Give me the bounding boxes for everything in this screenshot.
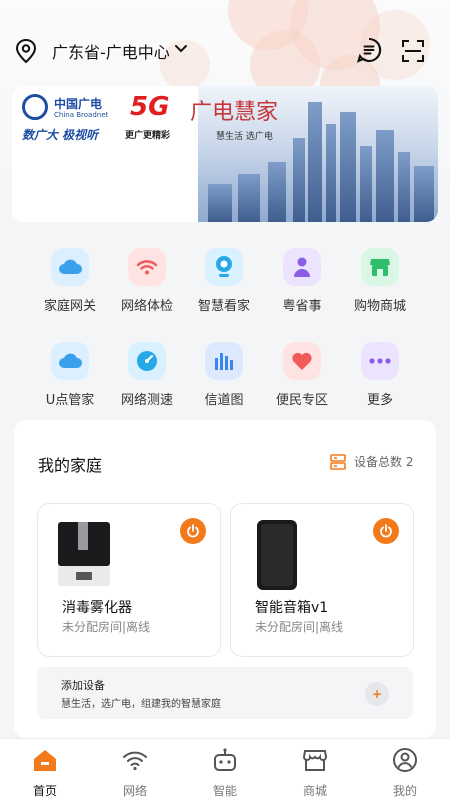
location-pin-icon[interactable] xyxy=(14,38,38,64)
add-device-button[interactable]: + xyxy=(365,682,389,706)
power-button[interactable] xyxy=(180,518,206,544)
person-icon xyxy=(283,248,321,286)
tab-store[interactable]: 商城 xyxy=(285,747,345,799)
power-icon xyxy=(380,524,392,538)
quick-item-label: 网络体检 xyxy=(120,299,173,314)
5g-logo: 5G xyxy=(130,92,170,122)
device-name: 智能音箱v1 xyxy=(255,600,329,616)
quick-item-label: 智慧看家 xyxy=(197,299,250,314)
brand-name-en: China Broadnet xyxy=(54,111,109,119)
quick-item-label: 购物商城 xyxy=(353,299,406,314)
user-icon xyxy=(393,748,417,772)
my-home-card: 我的家庭 设备总数 2 消毒雾化器 未分配房间|离线 智能音箱v1 未分配房间|… xyxy=(14,420,436,738)
add-device-title: 添加设备 xyxy=(61,679,105,692)
robot-icon xyxy=(214,748,236,771)
quick-item-smart-watch[interactable]: 智慧看家 xyxy=(184,248,264,314)
tab-label: 首页 xyxy=(32,784,57,798)
chevron-down-icon[interactable] xyxy=(174,44,188,54)
scan-icon[interactable] xyxy=(401,39,425,63)
device-count-label: 设备总数 2 xyxy=(354,455,414,469)
promo-banner[interactable]: 中国广电 China Broadnet 数广大 极视听 5G 更广更精彩 广电慧… xyxy=(12,86,438,222)
tab-label: 我的 xyxy=(392,784,417,798)
quick-item-more[interactable]: 更多 xyxy=(340,342,420,408)
device-card[interactable]: 智能音箱v1 未分配房间|离线 xyxy=(230,503,414,657)
device-count[interactable]: 设备总数 2 xyxy=(330,453,413,470)
tab-home[interactable]: 首页 xyxy=(15,747,75,799)
bottom-tab-bar: 首页 网络 智能 商城 我的 xyxy=(0,738,450,800)
device-card[interactable]: 消毒雾化器 未分配房间|离线 xyxy=(37,503,221,657)
camera-icon xyxy=(205,248,243,286)
quick-item-label: 网络测速 xyxy=(120,393,173,408)
cloud-icon xyxy=(51,342,89,380)
wifi-icon xyxy=(123,751,147,771)
5g-slogan: 更广更精彩 xyxy=(125,131,171,141)
device-status: 未分配房间|离线 xyxy=(255,620,344,634)
wifi-check-icon xyxy=(128,248,166,286)
device-list-icon xyxy=(330,453,346,470)
china-broadnet-logo xyxy=(22,94,48,120)
section-title: 我的家庭 xyxy=(38,456,103,475)
bar-chart-icon xyxy=(205,342,243,380)
tab-mine[interactable]: 我的 xyxy=(375,747,435,799)
huijia-slogan: 慧生活 选广电 xyxy=(216,132,273,142)
quick-item-label: U点管家 xyxy=(45,393,95,408)
quick-item-network-check[interactable]: 网络体检 xyxy=(107,248,187,314)
message-icon[interactable] xyxy=(356,37,382,63)
tab-label: 商城 xyxy=(302,784,327,798)
quick-item-label: 家庭网关 xyxy=(43,299,96,314)
power-icon xyxy=(187,524,199,538)
top-header: 广东省-广电中心 xyxy=(0,30,450,70)
tab-label: 网络 xyxy=(122,784,147,798)
quick-item-speed-test[interactable]: 网络测速 xyxy=(107,342,187,408)
atomizer-image xyxy=(58,522,110,586)
home-icon xyxy=(34,750,56,771)
quick-item-u-manager[interactable]: U点管家 xyxy=(30,342,110,408)
brand-name: 中国广电 xyxy=(54,97,103,111)
quick-item-label: 更多 xyxy=(366,393,393,408)
huijia-logo: 广电慧家 xyxy=(190,100,279,125)
quick-item-channel-map[interactable]: 信道图 xyxy=(184,342,264,408)
smart-speaker-image xyxy=(257,520,297,590)
quick-item-convenience[interactable]: 便民专区 xyxy=(262,342,342,408)
tab-network[interactable]: 网络 xyxy=(105,747,165,799)
add-device-subtitle: 慧生活，选广电，组建我的智慧家庭 xyxy=(61,699,221,710)
store-icon xyxy=(302,750,328,771)
power-button[interactable] xyxy=(373,518,399,544)
quick-item-label: 信道图 xyxy=(204,393,244,408)
cloud-gateway-icon xyxy=(51,248,89,286)
shop-icon xyxy=(361,248,399,286)
quick-item-label: 便民专区 xyxy=(275,393,328,408)
tab-smart[interactable]: 智能 xyxy=(195,747,255,799)
speedometer-icon xyxy=(128,342,166,380)
location-label[interactable]: 广东省-广电中心 xyxy=(52,39,170,63)
quick-item-gateway[interactable]: 家庭网关 xyxy=(30,248,110,314)
tab-label: 智能 xyxy=(212,784,237,798)
quick-item-label: 粤省事 xyxy=(282,299,322,314)
more-icon xyxy=(361,342,399,380)
device-status: 未分配房间|离线 xyxy=(62,620,151,634)
quick-item-shop[interactable]: 购物商城 xyxy=(340,248,420,314)
heart-hand-icon xyxy=(283,342,321,380)
brand-slogan: 数广大 极视听 xyxy=(22,128,99,142)
quick-item-yueshengshi[interactable]: 粤省事 xyxy=(262,248,342,314)
add-device-panel[interactable]: 添加设备 慧生活，选广电，组建我的智慧家庭 + xyxy=(37,667,413,719)
device-name: 消毒雾化器 xyxy=(62,600,132,616)
